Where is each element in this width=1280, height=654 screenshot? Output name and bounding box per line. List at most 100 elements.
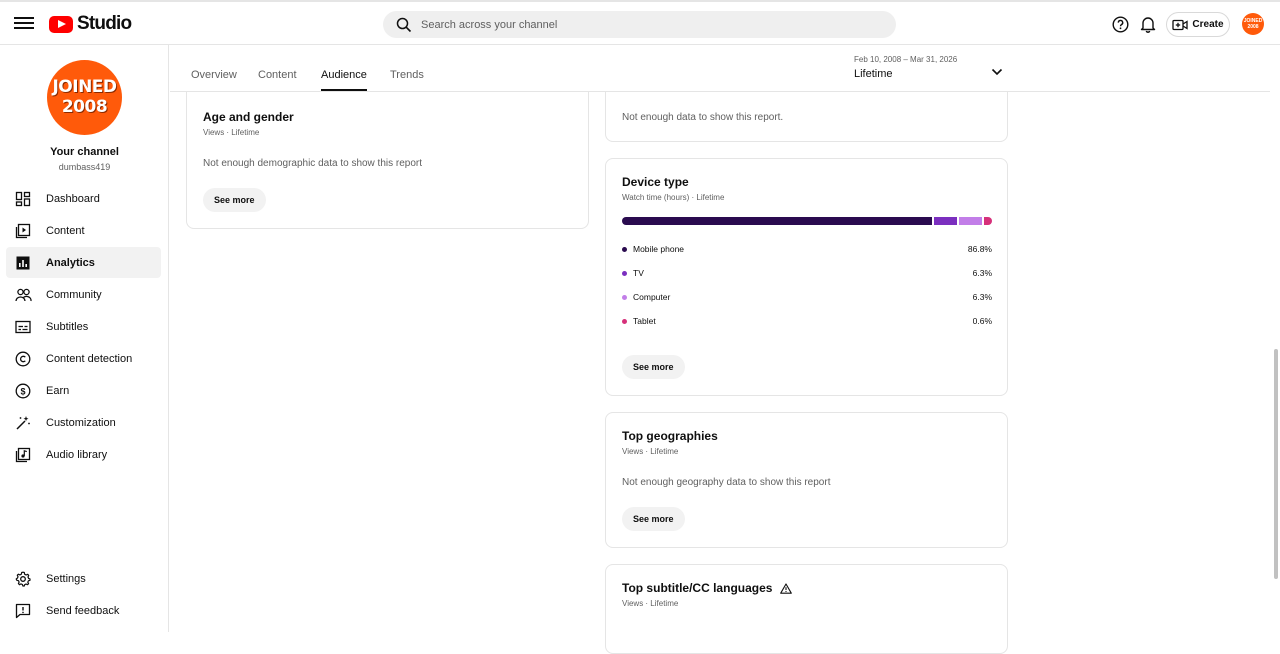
card-title: Top subtitle/CC languages	[622, 581, 773, 595]
device-name: Mobile phone	[633, 244, 685, 254]
community-icon	[6, 287, 40, 303]
page-scrollbar[interactable]	[1272, 45, 1280, 632]
device-share-bar	[622, 217, 992, 225]
sidebar-item-label: Earn	[46, 384, 70, 397]
device-row: Computer 6.3%	[622, 292, 992, 306]
analytics-tabs-bar: Overview Content Audience Trends Feb 10,…	[170, 45, 1270, 92]
device-row: Mobile phone 86.8%	[622, 244, 992, 258]
device-bar-segment[interactable]	[959, 217, 982, 225]
card-title: Top geographies	[622, 429, 718, 443]
card-subtitle: Watch time (hours) · Lifetime	[622, 193, 725, 202]
channel-handle: dumbass419	[58, 162, 111, 172]
magic-wand-icon	[6, 415, 40, 431]
warning-icon[interactable]	[780, 582, 793, 594]
sidebar-item-label: Dashboard	[46, 192, 100, 205]
gear-icon	[6, 571, 40, 587]
search-icon[interactable]	[387, 17, 421, 33]
device-type-card: Device type Watch time (hours) · Lifetim…	[605, 158, 1008, 396]
sidebar-item-send-feedback[interactable]: Send feedback	[6, 595, 161, 626]
device-percent: 6.3%	[972, 268, 992, 278]
tab-content[interactable]: Content	[258, 69, 297, 91]
scrollbar-thumb[interactable]	[1274, 349, 1278, 579]
dashboard-icon	[6, 191, 40, 207]
chevron-down-icon[interactable]	[991, 63, 1003, 81]
menu-icon[interactable]	[14, 14, 34, 32]
notifications-bell-icon[interactable]	[1140, 15, 1156, 38]
sidebar-item-audio-library[interactable]: Audio library	[6, 439, 161, 470]
device-percent: 6.3%	[972, 292, 992, 302]
device-name: TV	[633, 268, 644, 278]
see-more-button[interactable]: See more	[203, 188, 266, 212]
analytics-icon	[6, 255, 40, 271]
search-bar[interactable]	[383, 11, 896, 38]
device-percent: 0.6%	[972, 316, 992, 326]
sidebar-item-label: Subtitles	[46, 320, 89, 333]
see-more-button[interactable]: See more	[622, 507, 685, 531]
sidebar-item-settings[interactable]: Settings	[6, 563, 161, 594]
sidebar-item-dashboard[interactable]: Dashboard	[6, 183, 161, 214]
card-subtitle: Views · Lifetime	[622, 447, 679, 456]
date-range-picker[interactable]: Feb 10, 2008 – Mar 31, 2026 Lifetime	[854, 55, 957, 80]
tab-audience[interactable]: Audience	[321, 69, 367, 91]
device-bar-segment[interactable]	[622, 217, 933, 225]
card-message: Not enough geography data to show this r…	[622, 477, 831, 488]
device-bar-segment[interactable]	[934, 217, 958, 225]
create-label: Create	[1192, 19, 1224, 30]
search-input[interactable]	[421, 18, 861, 31]
sidebar-item-content-detection[interactable]: Content detection	[6, 343, 161, 374]
device-bar-segment[interactable]	[983, 217, 992, 225]
legend-dot-icon	[622, 319, 627, 324]
legend-dot-icon	[622, 295, 627, 300]
card-subtitle: Views · Lifetime	[203, 128, 260, 137]
help-icon[interactable]	[1112, 16, 1129, 38]
channel-avatar[interactable]: JOINED 2008	[47, 60, 122, 135]
sidebar-item-label: Community	[46, 288, 102, 301]
feedback-icon	[6, 603, 40, 619]
device-row: TV 6.3%	[622, 268, 992, 282]
content-icon	[6, 223, 40, 239]
top-geographies-card: Top geographies Views · Lifetime Not eno…	[605, 412, 1008, 548]
studio-logo[interactable]: Studio	[49, 13, 132, 35]
card-title-row: Top subtitle/CC languages	[622, 581, 793, 595]
account-avatar[interactable]: JOINED 2008	[1242, 13, 1264, 35]
channel-name: Your channel	[50, 146, 119, 158]
sidebar-item-subtitles[interactable]: Subtitles	[6, 311, 161, 342]
audio-library-icon	[6, 447, 40, 463]
card-title: Age and gender	[203, 110, 294, 124]
sidebar-item-community[interactable]: Community	[6, 279, 161, 310]
copyright-icon	[6, 351, 40, 367]
sidebar-item-label: Analytics	[46, 256, 95, 269]
sidebar-item-label: Settings	[46, 572, 86, 585]
card-subtitle: Views · Lifetime	[622, 599, 679, 608]
subtitles-icon	[6, 320, 40, 334]
card-message: Not enough data to show this report.	[622, 112, 784, 123]
device-name: Tablet	[633, 316, 656, 326]
sidebar-item-content[interactable]: Content	[6, 215, 161, 246]
legend-dot-icon	[622, 271, 627, 276]
svg-text:$: $	[20, 386, 25, 396]
legend-dot-icon	[622, 247, 627, 252]
sidebar-item-label: Audio library	[46, 448, 108, 461]
see-more-button[interactable]: See more	[622, 355, 685, 379]
card-title: Device type	[622, 175, 689, 189]
create-button[interactable]: Create	[1166, 12, 1230, 37]
age-gender-card: Age and gender Views · Lifetime Not enou…	[186, 83, 589, 229]
sidebar-item-customization[interactable]: Customization	[6, 407, 161, 438]
date-range-dates: Feb 10, 2008 – Mar 31, 2026	[854, 55, 958, 64]
dollar-icon: $	[6, 383, 40, 399]
card-message: Not enough demographic data to show this…	[203, 158, 423, 169]
sidebar-item-label: Customization	[46, 416, 116, 429]
top-bar: Studio Create JOINED 2008	[0, 0, 1280, 45]
date-range-label: Lifetime	[854, 68, 893, 80]
sidebar-item-label: Content detection	[46, 352, 133, 365]
device-name: Computer	[633, 292, 671, 302]
sidebar-item-analytics[interactable]: Analytics	[6, 247, 161, 278]
sidebar-item-label: Content	[46, 224, 85, 237]
sidebar-item-earn[interactable]: $ Earn	[6, 375, 161, 406]
device-row: Tablet 0.6%	[622, 316, 992, 330]
sidebar-item-label: Send feedback	[46, 604, 120, 617]
logo-text: Studio	[77, 13, 132, 34]
tab-trends[interactable]: Trends	[390, 69, 424, 91]
tab-overview[interactable]: Overview	[191, 69, 237, 91]
youtube-logo-icon	[49, 15, 73, 33]
